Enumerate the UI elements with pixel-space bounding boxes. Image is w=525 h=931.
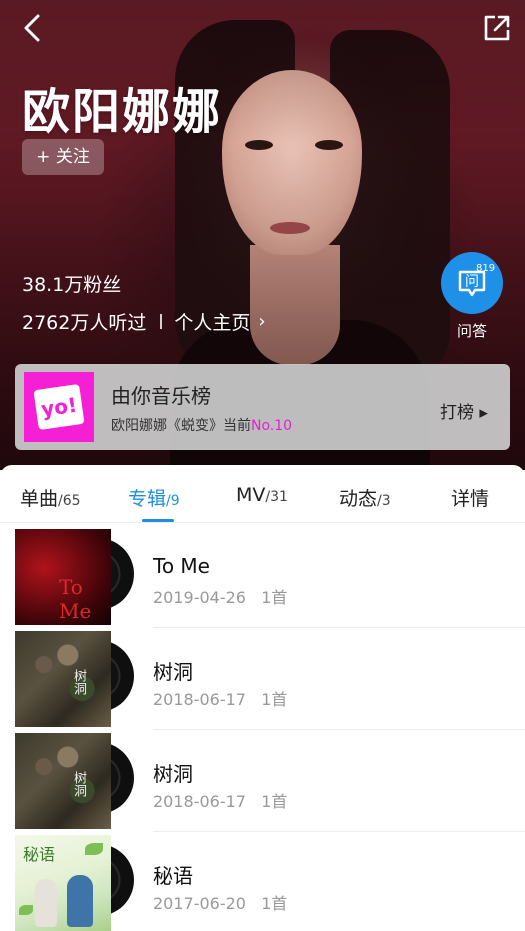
album-meta: 2018-06-17 1首 — [153, 686, 287, 710]
album-row[interactable]: To Me To Me 2019-04-26 1首 — [0, 526, 525, 628]
album-track-count: 1首 — [261, 792, 288, 811]
chart-subtitle: 欧阳娜娜《蜕变》当前No.10 — [111, 415, 292, 435]
album-title: 树洞 — [153, 762, 193, 786]
leaf-shape — [85, 843, 103, 855]
album-cover: 树洞 — [15, 631, 111, 727]
active-tab-indicator — [142, 519, 174, 522]
tab-label: 动态 — [339, 488, 378, 510]
album-cover: To Me — [15, 529, 111, 625]
album-title: 树洞 — [153, 660, 193, 684]
album-track-count: 1首 — [261, 588, 288, 607]
divider — [160, 314, 163, 329]
cover-figure — [67, 875, 93, 927]
fan-count: 38.1万粉丝 — [22, 274, 122, 296]
qa-button[interactable]: 问 — [441, 252, 503, 314]
album-track-count: 1首 — [261, 690, 288, 709]
tab-albums[interactable]: 专辑/9 — [128, 484, 180, 511]
chart-rank: No.10 — [251, 418, 293, 434]
chart-title: 由你音乐榜 — [111, 384, 211, 408]
album-cover: 秘语 — [15, 835, 111, 931]
artist-name: 欧阳娜娜 — [22, 84, 223, 140]
tab-details[interactable]: 详情 — [451, 484, 489, 511]
leaf-shape — [19, 905, 33, 915]
album-meta: 2017-06-20 1首 — [153, 890, 287, 914]
album-date: 2017-06-20 — [153, 894, 246, 913]
share-external-icon — [484, 15, 510, 41]
qa-count-badge: 819 — [476, 263, 496, 274]
tab-count: /3 — [377, 493, 391, 509]
question-bubble-icon: 问 — [458, 270, 486, 297]
listen-count: 2762万人听过 — [22, 312, 147, 334]
album-title: To Me — [153, 554, 210, 578]
tab-bar: 单曲/65 专辑/9 MV/31 动态/3 详情 — [0, 465, 525, 523]
chart-subtitle-text: 欧阳娜娜《蜕变》当前 — [111, 418, 251, 434]
album-cover-text: 秘语 — [23, 845, 56, 864]
album-meta: 2018-06-17 1首 — [153, 788, 287, 812]
listens-row: 2762万人听过 个人主页 › — [22, 308, 266, 335]
tab-count: /9 — [166, 493, 180, 509]
album-date: 2018-06-17 — [153, 792, 246, 811]
album-date: 2018-06-17 — [153, 690, 246, 709]
qa-icon-char: 问 — [465, 274, 479, 290]
profile-link[interactable]: 个人主页 — [174, 308, 250, 335]
album-cover-text: 树洞 — [71, 669, 86, 695]
album-cover-text: 树洞 — [71, 771, 86, 797]
qa-label: 问答 — [456, 322, 487, 340]
chart-logo: yo! — [24, 372, 94, 442]
chart-logo-text: yo! — [33, 383, 85, 431]
vote-button[interactable]: 打榜 ▸ — [440, 398, 488, 423]
album-cover-text: To Me — [59, 575, 92, 623]
cover-figure — [35, 879, 57, 927]
album-track-count: 1首 — [261, 894, 288, 913]
tab-label: 详情 — [451, 488, 490, 510]
tab-singles[interactable]: 单曲/65 — [20, 484, 81, 511]
content-sheet: 单曲/65 专辑/9 MV/31 动态/3 详情 To Me To Me 201… — [0, 465, 525, 931]
album-row[interactable]: 秘语 秘语 2017-06-20 1首 — [0, 832, 525, 931]
chart-banner[interactable]: yo! 由你音乐榜 欧阳娜娜《蜕变》当前No.10 打榜 ▸ — [15, 364, 510, 450]
tab-feed[interactable]: 动态/3 — [339, 484, 391, 511]
album-row[interactable]: 树洞 树洞 2018-06-17 1首 — [0, 628, 525, 730]
tab-mv[interactable]: MV/31 — [236, 484, 288, 506]
chevron-left-icon — [24, 14, 40, 42]
tab-label: 专辑 — [128, 488, 167, 510]
share-button[interactable] — [477, 8, 517, 48]
chevron-right-icon[interactable]: › — [258, 311, 265, 332]
tab-count: /65 — [58, 493, 81, 509]
album-row[interactable]: 树洞 树洞 2018-06-17 1首 — [0, 730, 525, 832]
tab-label: 单曲 — [20, 488, 59, 510]
album-title: 秘语 — [153, 864, 193, 888]
follow-button[interactable]: + 关注 — [22, 139, 104, 175]
album-meta: 2019-04-26 1首 — [153, 584, 287, 608]
tab-count: /31 — [265, 489, 288, 505]
album-cover: 树洞 — [15, 733, 111, 829]
tab-label: MV — [236, 484, 266, 506]
back-button[interactable] — [14, 8, 54, 48]
album-date: 2019-04-26 — [153, 588, 246, 607]
